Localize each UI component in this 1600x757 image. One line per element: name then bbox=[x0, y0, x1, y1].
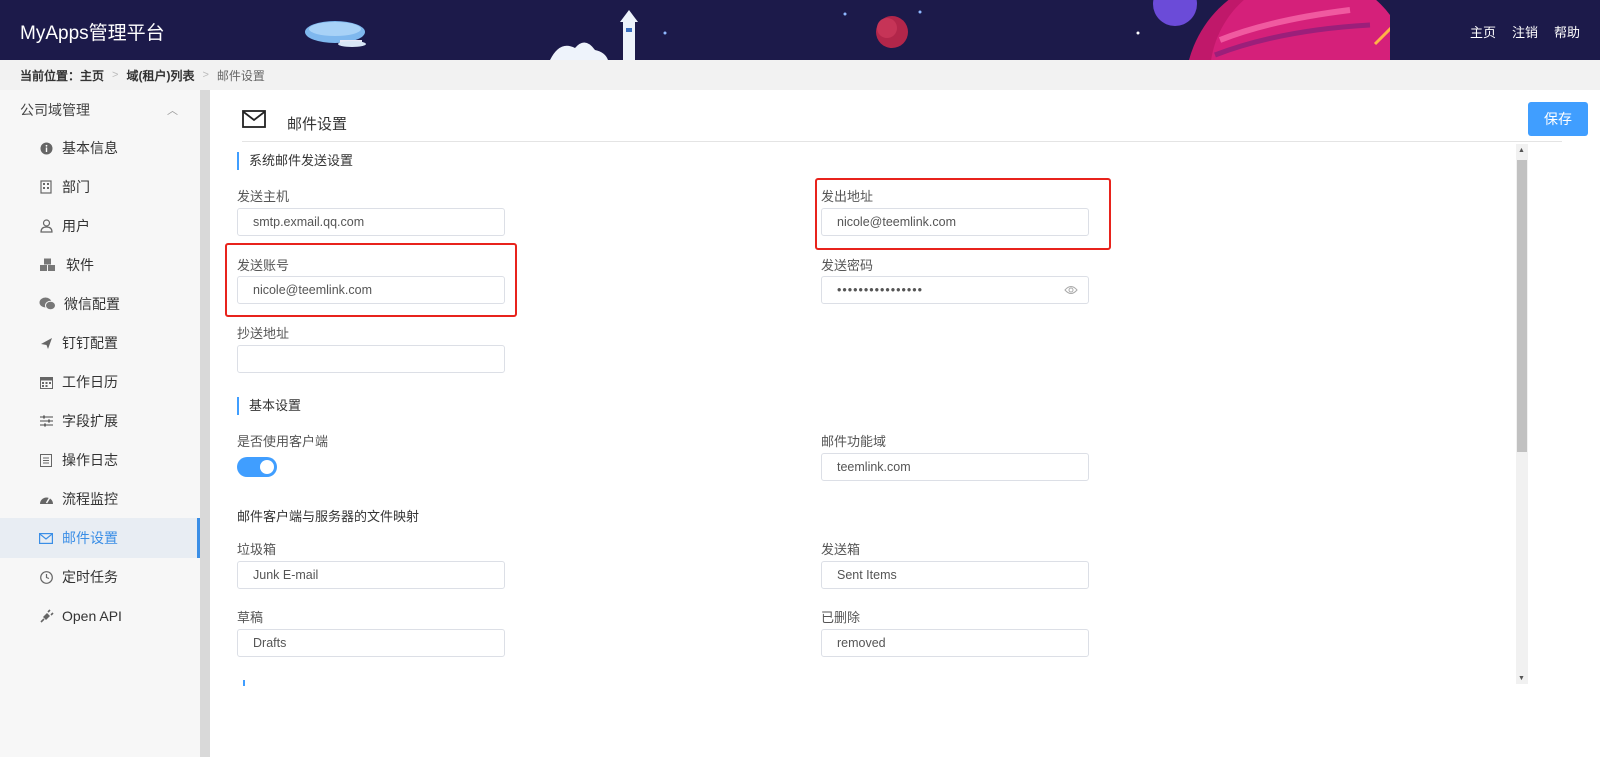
page-header: 邮件设置 bbox=[242, 102, 1562, 142]
sidebar-item-label: 基本信息 bbox=[62, 140, 118, 156]
use-client-label: 是否使用客户端 bbox=[237, 434, 329, 449]
calendar-icon bbox=[38, 374, 54, 390]
use-client-toggle[interactable] bbox=[237, 457, 277, 477]
section-title-smtp: 系统邮件发送设置 bbox=[237, 152, 353, 170]
sidebar-item-wechat[interactable]: 微信配置 bbox=[0, 284, 200, 324]
dashboard-icon bbox=[38, 491, 54, 507]
sidebar-item-operation-log[interactable]: 操作日志 bbox=[0, 440, 200, 480]
section-title-mapping: 邮件客户端与服务器的文件映射 bbox=[237, 509, 420, 524]
sidebar-item-basic-info[interactable]: 基本信息 bbox=[0, 128, 200, 168]
sent-label: 发送箱 bbox=[821, 542, 861, 557]
wechat-icon bbox=[38, 296, 56, 312]
cubes-icon bbox=[38, 257, 58, 273]
sidebar-item-calendar[interactable]: 工作日历 bbox=[0, 362, 200, 402]
sidebar: 公司域管理 ︿ 基本信息 部门 用户 软件 微信配置 钉钉配置 工作日历 字段扩… bbox=[0, 90, 200, 757]
sidebar-item-users[interactable]: 用户 bbox=[0, 206, 200, 246]
sidebar-splitter[interactable] bbox=[200, 90, 210, 757]
sidebar-item-label: 流程监控 bbox=[62, 491, 118, 507]
header-illustration bbox=[305, 0, 1390, 60]
drafts-input[interactable]: Drafts bbox=[237, 629, 505, 657]
sidebar-item-label: 用户 bbox=[62, 218, 90, 234]
top-header: MyApps管理平台 主页 注销 帮助 bbox=[0, 0, 1600, 60]
scroll-down-icon[interactable]: ▼ bbox=[1518, 675, 1525, 682]
section-title-basic: 基本设置 bbox=[237, 397, 301, 415]
info-icon bbox=[38, 140, 54, 156]
sidebar-item-label: 邮件设置 bbox=[62, 530, 118, 546]
cc-address-label: 抄送地址 bbox=[237, 326, 290, 341]
drafts-label: 草稿 bbox=[237, 610, 264, 625]
mail-icon bbox=[38, 530, 54, 546]
sidebar-item-department[interactable]: 部门 bbox=[0, 167, 200, 207]
mail-domain-input[interactable]: teemlink.com bbox=[821, 453, 1089, 481]
breadcrumb-home[interactable]: 主页 bbox=[80, 67, 104, 84]
brand-title: MyApps管理平台 bbox=[20, 23, 165, 44]
nav-logout-link[interactable]: 注销 bbox=[1512, 22, 1538, 41]
sidebar-item-label: 操作日志 bbox=[62, 452, 118, 468]
sidebar-item-scheduled-tasks[interactable]: 定时任务 bbox=[0, 557, 200, 597]
sidebar-item-label: 部门 bbox=[62, 179, 90, 195]
sidebar-item-label: Open API bbox=[62, 608, 122, 624]
mail-icon bbox=[242, 110, 266, 131]
sidebar-item-dingtalk[interactable]: 钉钉配置 bbox=[0, 323, 200, 363]
content-scrollbar[interactable]: ▲ ▼ bbox=[1516, 144, 1528, 684]
user-icon bbox=[38, 218, 54, 234]
send-host-input[interactable]: smtp.exmail.qq.com bbox=[237, 208, 505, 236]
send-password-label: 发送密码 bbox=[821, 258, 874, 273]
sidebar-item-label: 工作日历 bbox=[62, 374, 118, 390]
scrollbar-thumb[interactable] bbox=[1517, 160, 1527, 452]
send-password-input[interactable]: •••••••••••••••• bbox=[821, 276, 1089, 304]
page-title: 邮件设置 bbox=[287, 116, 348, 133]
plane-icon bbox=[38, 335, 54, 351]
log-icon bbox=[38, 452, 54, 468]
sidebar-item-label: 定时任务 bbox=[62, 569, 118, 585]
top-nav: 主页 注销 帮助 bbox=[1470, 22, 1580, 41]
plug-icon bbox=[38, 608, 54, 624]
sidebar-item-label: 软件 bbox=[66, 257, 94, 273]
sliders-icon bbox=[38, 413, 54, 429]
sidebar-item-mail-settings[interactable]: 邮件设置 bbox=[0, 518, 200, 558]
scroll-up-icon[interactable]: ▲ bbox=[1518, 147, 1525, 154]
breadcrumb-separator-icon: > bbox=[202, 69, 209, 81]
nav-home-link[interactable]: 主页 bbox=[1470, 22, 1496, 41]
clock-icon bbox=[38, 569, 54, 585]
section-title-next-clipped bbox=[243, 680, 383, 686]
junk-input[interactable]: Junk E-mail bbox=[237, 561, 505, 589]
sidebar-item-field-extension[interactable]: 字段扩展 bbox=[0, 401, 200, 441]
breadcrumb-current: 邮件设置 bbox=[216, 68, 265, 83]
sidebar-item-label: 钉钉配置 bbox=[62, 335, 118, 351]
eye-icon[interactable] bbox=[1064, 284, 1078, 298]
cc-address-input[interactable] bbox=[237, 345, 505, 373]
main-content: 邮件设置 保存 系统邮件发送设置 发送主机 smtp.exmail.qq.com… bbox=[210, 90, 1600, 757]
mail-domain-label: 邮件功能域 bbox=[821, 434, 887, 449]
send-host-label: 发送主机 bbox=[237, 189, 290, 204]
nav-help-link[interactable]: 帮助 bbox=[1554, 22, 1580, 41]
breadcrumb-separator-icon: > bbox=[112, 69, 119, 81]
chevron-up-icon: ︿ bbox=[167, 105, 178, 117]
breadcrumb-tenant-list[interactable]: 域(租户)列表 bbox=[126, 67, 194, 84]
sidebar-group-label: 公司域管理 bbox=[20, 102, 90, 118]
sidebar-item-label: 字段扩展 bbox=[62, 413, 118, 429]
sent-input[interactable]: Sent Items bbox=[821, 561, 1089, 589]
deleted-input[interactable]: removed bbox=[821, 629, 1089, 657]
breadcrumb: 当前位置： 主页 > 域(租户)列表 > 邮件设置 bbox=[0, 60, 1600, 90]
sidebar-item-open-api[interactable]: Open API bbox=[0, 596, 200, 636]
save-button[interactable]: 保存 bbox=[1528, 102, 1588, 136]
junk-label: 垃圾箱 bbox=[237, 542, 277, 557]
sidebar-item-process-monitor[interactable]: 流程监控 bbox=[0, 479, 200, 519]
password-value: •••••••••••••••• bbox=[837, 283, 924, 297]
deleted-label: 已删除 bbox=[821, 610, 861, 625]
building-icon bbox=[38, 179, 54, 195]
sidebar-item-software[interactable]: 软件 bbox=[0, 245, 200, 285]
sidebar-group-company[interactable]: 公司域管理 ︿ bbox=[0, 90, 200, 130]
highlight-from-address bbox=[815, 178, 1111, 250]
highlight-send-account bbox=[225, 243, 517, 317]
sidebar-item-label: 微信配置 bbox=[64, 296, 120, 312]
breadcrumb-lead: 当前位置： bbox=[20, 68, 81, 83]
